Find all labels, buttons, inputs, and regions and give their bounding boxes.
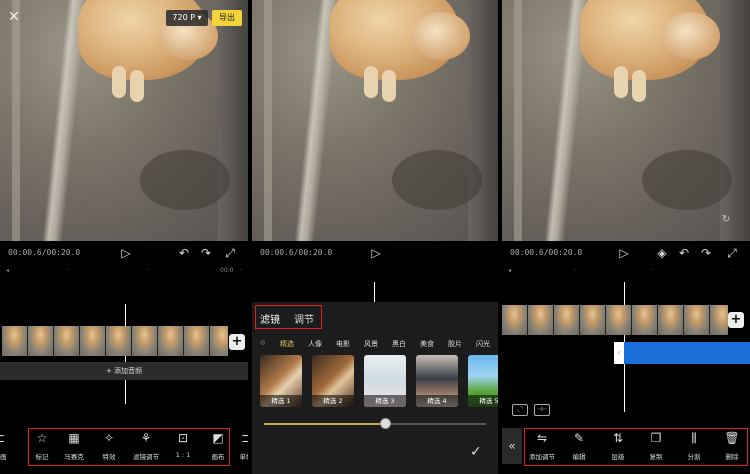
filter-item[interactable]: 精选 5	[468, 355, 498, 407]
category-film[interactable]: 胶片	[448, 339, 462, 349]
split-view-icon[interactable]: ⊣⊢	[534, 404, 550, 416]
time-readout: 00:00.6/00:20.0	[260, 248, 333, 257]
filter-panel-screen: 00:00.6/00:20.0 ▷ 滤镜 调节 ⊘ 精选 人像 电影 风景 黑白…	[252, 0, 498, 474]
tool-freeze-partial[interactable]: ⊐单帧	[234, 426, 249, 466]
playhead[interactable]	[374, 282, 375, 302]
category-portrait[interactable]: 人像	[308, 339, 322, 349]
filter-item[interactable]: 精选 3	[364, 355, 406, 407]
category-scenery[interactable]: 风景	[364, 339, 378, 349]
rotate-handle-icon[interactable]: ↻	[722, 214, 730, 225]
close-icon[interactable]: ✕	[8, 9, 20, 25]
filter-item[interactable]: 精选 2	[312, 355, 354, 407]
play-icon[interactable]: ▷	[368, 245, 384, 261]
video-clip-strip[interactable]	[2, 326, 228, 356]
undo-icon[interactable]: ↶	[676, 245, 692, 261]
tool-crop-partial[interactable]: ⊏中画	[0, 426, 14, 466]
category-featured[interactable]: 精选	[280, 339, 294, 349]
video-preview[interactable]: ✕ 720 P ▾ 导出	[0, 0, 248, 241]
confirm-check-icon[interactable]: ✓	[470, 444, 482, 460]
play-icon[interactable]: ▷	[118, 245, 134, 261]
redo-icon[interactable]: ↷	[198, 245, 214, 261]
toolbar-highlight	[28, 428, 230, 466]
category-food[interactable]: 美食	[420, 339, 434, 349]
fullscreen-icon[interactable]: ⤢	[222, 245, 238, 261]
undo-icon[interactable]: ↶	[176, 245, 192, 261]
timeline-ruler: ◂ · · ·	[508, 267, 732, 274]
keyframe-icon[interactable]: ◈	[654, 245, 670, 261]
crop-mode-icon[interactable]: ⌞⌝	[512, 404, 528, 416]
add-clip-button[interactable]: +	[229, 334, 245, 350]
add-clip-button[interactable]: +	[728, 312, 744, 328]
video-clip-strip[interactable]	[502, 305, 728, 335]
redo-icon[interactable]: ↷	[698, 245, 714, 261]
tabs-highlight	[255, 305, 322, 329]
filter-item[interactable]: 精选 1	[260, 355, 302, 407]
no-filter-icon[interactable]: ⊘	[260, 339, 266, 347]
time-readout: 00:00.6/00:20.0	[8, 248, 81, 257]
add-audio-button[interactable]: + 添加音频	[0, 362, 248, 380]
fullscreen-icon[interactable]: ⤢	[724, 245, 740, 261]
filter-sheet: 滤镜 调节 ⊘ 精选 人像 电影 风景 黑白 美食 胶片 闪光 精选 1 精选 …	[252, 302, 498, 474]
category-movie[interactable]: 电影	[336, 339, 350, 349]
play-icon[interactable]: ▷	[616, 245, 632, 261]
filter-categories: ⊘ 精选 人像 电影 风景 黑白 美食 胶片 闪光	[252, 335, 498, 351]
filter-intensity-fill	[264, 423, 387, 425]
category-bw[interactable]: 黑白	[392, 339, 406, 349]
editor-panel-main: ✕ 720 P ▾ 导出 00:00.6/00:20.0 ▷ ↶ ↷ ⤢ ◂ ·…	[0, 0, 248, 474]
filter-intensity-knob[interactable]	[380, 418, 392, 429]
resolution-dropdown[interactable]: 720 P ▾	[166, 10, 208, 26]
clip-trim-handle[interactable]: ‹	[614, 342, 624, 364]
filter-item[interactable]: 精选 4	[416, 355, 458, 407]
video-preview[interactable]	[252, 0, 498, 241]
adjust-layer-screen: ↻ 00:00.6/00:20.0 ▷ ◈ ↶ ↷ ⤢ ◂ · · · + ‹ …	[502, 0, 750, 474]
time-readout: 00:00.6/00:20.0	[510, 248, 583, 257]
export-button[interactable]: 导出	[212, 10, 242, 26]
toolbar-highlight	[524, 428, 748, 466]
category-flash[interactable]: 闪光	[476, 339, 490, 349]
timeline-ruler: ◂ · · 00:0 ·	[6, 267, 242, 274]
video-preview[interactable]: ↻	[502, 0, 750, 241]
adjustment-layer-clip[interactable]	[614, 342, 750, 364]
